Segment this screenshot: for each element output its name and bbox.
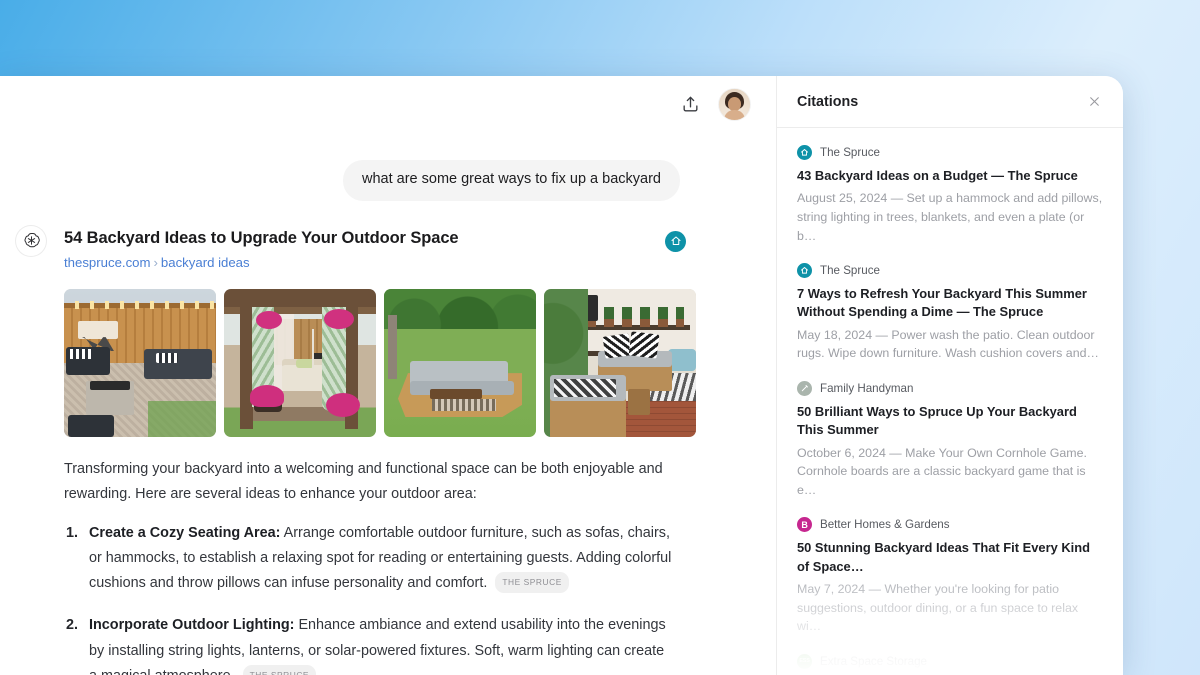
top-bar: [0, 76, 776, 132]
list-item: Incorporate Outdoor Lighting: Enhance am…: [64, 613, 676, 675]
search-result-title[interactable]: 54 Backyard Ideas to Upgrade Your Outdoo…: [64, 228, 459, 249]
citation-source-name: Family Handyman: [820, 381, 914, 395]
breadcrumb-separator: ›: [153, 255, 158, 270]
citation-source-name: Better Homes & Gardens: [820, 518, 950, 532]
the-spruce-house-icon: [797, 263, 812, 279]
citation-source: The Spruce: [797, 145, 1103, 160]
the-spruce-house-icon: [797, 145, 812, 160]
citations-header: Citations: [777, 76, 1123, 128]
citation-source: ESS Extra Space Storage: [797, 653, 1103, 669]
user-message-row: what are some great ways to fix up a bac…: [0, 132, 736, 201]
answer-intro: Transforming your backyard into a welcom…: [64, 461, 663, 503]
citation-item[interactable]: ESS Extra Space Storage Your DIY Guide t…: [797, 653, 1103, 675]
the-spruce-house-icon: [665, 230, 686, 252]
citation-item[interactable]: The Spruce 7 Ways to Refresh Your Backya…: [797, 263, 1103, 363]
citation-snippet: May 18, 2024 — Power wash the patio. Cle…: [797, 327, 1099, 361]
conversation-pane: what are some great ways to fix up a bac…: [0, 76, 776, 675]
result-image-2[interactable]: [224, 289, 376, 438]
result-domain: thespruce.com: [64, 255, 151, 270]
citation-chip[interactable]: THE SPRUCE: [495, 572, 569, 594]
citations-title: Citations: [797, 93, 859, 110]
bhg-b-icon: B: [797, 517, 812, 533]
citation-source: Family Handyman: [797, 380, 1103, 396]
app-window: what are some great ways to fix up a bac…: [0, 76, 1123, 675]
user-message-bubble: what are some great ways to fix up a bac…: [342, 160, 680, 201]
citation-chip[interactable]: THE SPRUCE: [242, 664, 317, 675]
answer-text: Transforming your backyard into a welcom…: [64, 457, 676, 675]
search-result-header: 54 Backyard Ideas to Upgrade Your Outdoo…: [64, 228, 686, 272]
citation-source-name: The Spruce: [820, 264, 880, 278]
assistant-content: 54 Backyard Ideas to Upgrade Your Outdoo…: [46, 228, 696, 675]
share-icon[interactable]: [675, 89, 705, 119]
citation-item[interactable]: Family Handyman 50 Brilliant Ways to Spr…: [797, 380, 1103, 499]
list-item-heading: Incorporate Outdoor Lighting:: [89, 617, 295, 634]
citation-title[interactable]: 7 Ways to Refresh Your Backyard This Sum…: [797, 285, 1103, 322]
result-path: backyard ideas: [160, 255, 250, 270]
citation-title[interactable]: 50 Brilliant Ways to Spruce Up Your Back…: [797, 403, 1103, 440]
citations-panel: Citations The Spruce 43 Backyard Ideas o…: [776, 76, 1123, 675]
list-item-heading: Create a Cozy Seating Area:: [89, 525, 281, 542]
close-icon[interactable]: [1083, 91, 1105, 113]
openai-logo-icon: [16, 225, 46, 256]
hammer-icon: [797, 380, 812, 396]
search-result-text: 54 Backyard Ideas to Upgrade Your Outdoo…: [64, 228, 459, 272]
citation-snippet: August 25, 2024 — Set up a hammock and a…: [797, 191, 1103, 243]
citation-item[interactable]: B Better Homes & Gardens 50 Stunning Bac…: [797, 517, 1103, 635]
citations-list[interactable]: The Spruce 43 Backyard Ideas on a Budget…: [777, 128, 1123, 675]
extra-space-storage-icon: ESS: [797, 653, 812, 669]
result-image-1[interactable]: [64, 289, 216, 438]
citation-title[interactable]: 43 Backyard Ideas on a Budget — The Spru…: [797, 167, 1103, 185]
citation-source-name: Extra Space Storage: [820, 654, 927, 668]
citation-title[interactable]: 50 Stunning Backyard Ideas That Fit Ever…: [797, 539, 1103, 576]
avatar[interactable]: [719, 88, 750, 120]
result-image-strip: [64, 289, 696, 438]
answer-list: Create a Cozy Seating Area: Arrange comf…: [64, 521, 676, 675]
search-result-breadcrumb[interactable]: thespruce.com › backyard ideas: [64, 254, 458, 271]
result-image-3[interactable]: [384, 289, 536, 438]
citation-snippet: October 6, 2024 — Make Your Own Cornhole…: [797, 445, 1087, 497]
citation-source-name: The Spruce: [820, 146, 880, 159]
assistant-message-row: 54 Backyard Ideas to Upgrade Your Outdoo…: [0, 201, 736, 675]
citation-snippet: May 7, 2024 — Whether you're looking for…: [797, 582, 1079, 634]
list-item: Create a Cozy Seating Area: Arrange comf…: [64, 521, 676, 596]
message-thread: what are some great ways to fix up a bac…: [0, 132, 776, 675]
citation-source: The Spruce: [797, 263, 1103, 279]
citation-source: B Better Homes & Gardens: [797, 517, 1103, 533]
result-image-4[interactable]: [544, 289, 696, 438]
citation-item[interactable]: The Spruce 43 Backyard Ideas on a Budget…: [797, 145, 1103, 245]
